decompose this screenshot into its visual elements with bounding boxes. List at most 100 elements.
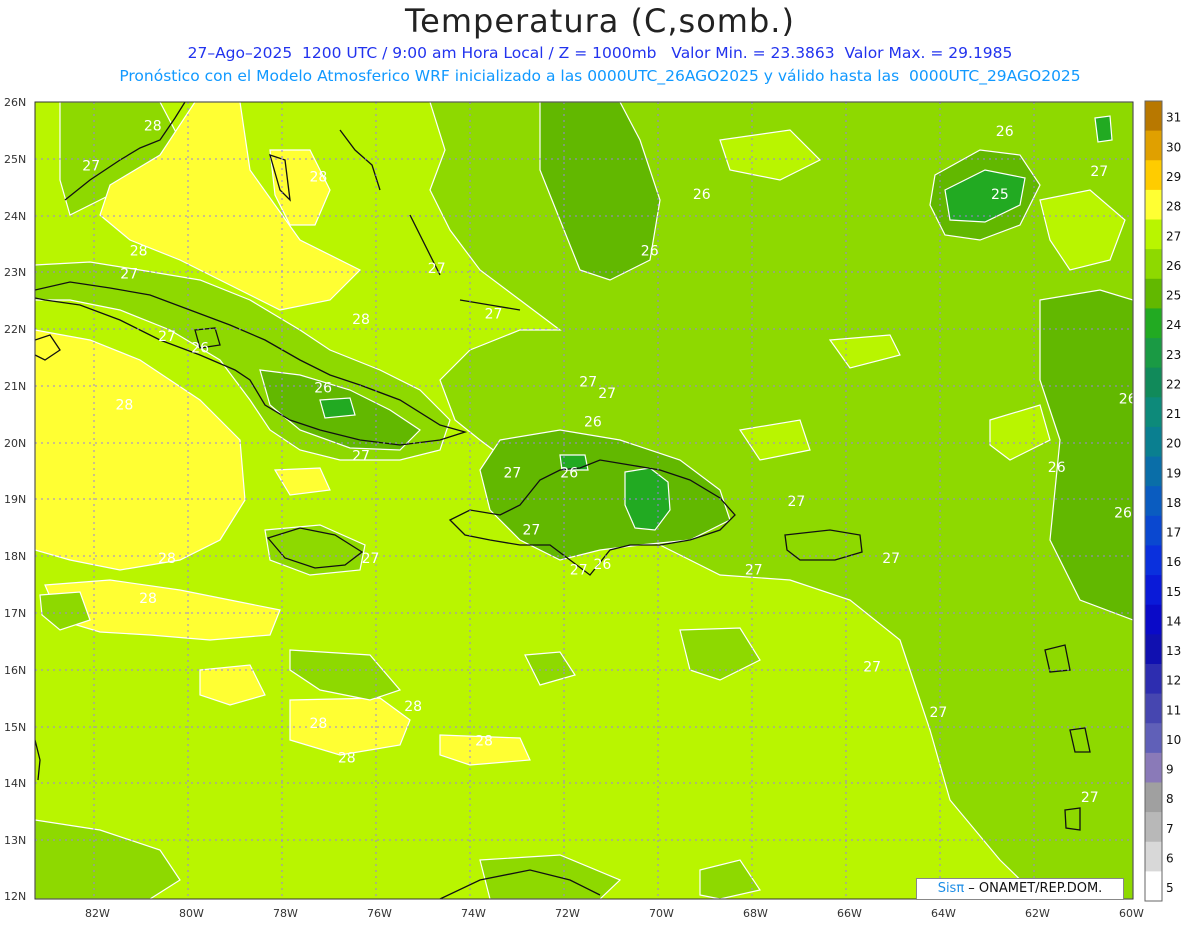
colorbar-label: 31 xyxy=(1166,111,1181,125)
colorbar-label: 29 xyxy=(1166,170,1181,184)
lon-label: 80W xyxy=(179,907,204,920)
lat-label: 16N xyxy=(4,664,26,677)
isotherm-label: 28 xyxy=(475,733,493,749)
lon-label: 70W xyxy=(649,907,674,920)
lon-label: 78W xyxy=(273,907,298,920)
lon-label: 82W xyxy=(85,907,110,920)
isotherm-label: 27 xyxy=(745,563,763,579)
isotherm-label: 27 xyxy=(120,267,138,283)
credit-box: Sisπ – ONAMET/REP.DOM. xyxy=(916,878,1124,900)
lat-label: 23N xyxy=(4,266,26,279)
latitude-axis: 26N 25N 24N 23N 22N 21N 20N 19N 18N 17N … xyxy=(4,96,26,903)
isotherm-label: 28 xyxy=(352,312,370,328)
colorbar-label: 24 xyxy=(1166,318,1181,332)
colorbar-label: 10 xyxy=(1166,733,1181,747)
isotherm-label: 27 xyxy=(788,494,806,510)
colorbar-swatch xyxy=(1145,752,1162,783)
lon-label: 66W xyxy=(837,907,862,920)
colorbar-label: 22 xyxy=(1166,377,1181,391)
colorbar-swatch xyxy=(1145,308,1162,339)
colorbar-label: 18 xyxy=(1166,496,1181,510)
colorbar-swatch xyxy=(1145,130,1162,161)
isotherm-label: 27 xyxy=(485,306,503,322)
lon-label: 68W xyxy=(743,907,768,920)
field-24-cell-cuba xyxy=(319,397,356,419)
colorbar-swatch xyxy=(1145,871,1162,902)
colorbar-label: 14 xyxy=(1166,614,1181,628)
colorbar-swatch xyxy=(1145,604,1162,635)
colorbar-swatch xyxy=(1145,249,1162,280)
field-24-cell-north xyxy=(1094,115,1113,143)
longitude-axis: 82W 80W 78W 76W 74W 72W 70W 68W 66W 64W … xyxy=(85,907,1144,920)
colorbar-swatch xyxy=(1145,278,1162,309)
lat-label: 17N xyxy=(4,607,26,620)
colorbar-label: 8 xyxy=(1166,792,1174,806)
lat-label: 22N xyxy=(4,323,26,336)
lon-label: 62W xyxy=(1025,907,1050,920)
colorbar-label: 16 xyxy=(1166,555,1181,569)
colorbar-label: 7 xyxy=(1166,822,1174,836)
isotherm-label: 26 xyxy=(191,341,209,357)
colorbar-swatch xyxy=(1145,782,1162,813)
colorbar-label: 15 xyxy=(1166,585,1181,599)
isotherm-label: 28 xyxy=(338,750,356,766)
isotherm-label: 27 xyxy=(82,158,100,174)
colorbar-swatch xyxy=(1145,367,1162,398)
lat-label: 19N xyxy=(4,493,26,506)
isotherm-label: 28 xyxy=(116,397,134,413)
isotherm-label: 26 xyxy=(560,466,578,482)
colorbar-swatch xyxy=(1145,575,1162,606)
temperature-map: 2827282827282726282627272727262727 262727… xyxy=(4,96,1181,920)
lat-label: 12N xyxy=(4,890,26,903)
isotherm-label: 27 xyxy=(598,386,616,402)
credit-text: – ONAMET/REP.DOM. xyxy=(964,881,1103,896)
isotherm-label: 27 xyxy=(523,523,541,539)
colorbar-label: 6 xyxy=(1166,852,1174,866)
isotherm-label: 27 xyxy=(352,449,370,465)
lat-label: 24N xyxy=(4,210,26,223)
colorbar-swatch xyxy=(1145,219,1162,250)
colorbar-label: 19 xyxy=(1166,466,1181,480)
isotherm-label: 26 xyxy=(314,380,332,396)
isotherm-label: 28 xyxy=(139,591,157,607)
colorbar-label: 21 xyxy=(1166,407,1181,421)
lat-label: 13N xyxy=(4,834,26,847)
isotherm-label: 27 xyxy=(1081,790,1099,806)
lat-label: 25N xyxy=(4,153,26,166)
colorbar-swatch xyxy=(1145,426,1162,457)
isotherm-label: 26 xyxy=(1114,506,1132,522)
lat-label: 20N xyxy=(4,437,26,450)
colorbar-swatch xyxy=(1145,456,1162,487)
colorbar-swatch xyxy=(1145,515,1162,546)
isotherm-label: 28 xyxy=(130,244,148,260)
colorbar-label: 25 xyxy=(1166,289,1181,303)
isotherm-label: 28 xyxy=(144,119,162,135)
colorbar-label: 17 xyxy=(1166,526,1181,540)
lat-label: 26N xyxy=(4,96,26,109)
isotherm-label: 27 xyxy=(1090,164,1108,180)
isotherm-label: 27 xyxy=(362,551,380,567)
colorbar-swatch xyxy=(1145,841,1162,872)
colorbar-label: 12 xyxy=(1166,674,1181,688)
isotherm-label: 27 xyxy=(930,705,948,721)
isotherm-label: 27 xyxy=(863,659,881,675)
isotherm-label: 28 xyxy=(310,716,328,732)
colorbar-swatch xyxy=(1145,634,1162,665)
isotherm-label: 26 xyxy=(594,557,612,573)
colorbar-label: 26 xyxy=(1166,259,1181,273)
isotherm-label: 26 xyxy=(693,187,711,203)
isotherm-label: 27 xyxy=(570,563,588,579)
colorbar-swatch xyxy=(1145,663,1162,694)
colorbar-label: 23 xyxy=(1166,348,1181,362)
lon-label: 60W xyxy=(1119,907,1144,920)
isotherm-label: 27 xyxy=(882,551,900,567)
sispi-logo-text: Sisπ xyxy=(937,881,965,896)
isotherm-label: 26 xyxy=(1048,460,1066,476)
colorbar-swatch xyxy=(1145,693,1162,724)
colorbar-swatch xyxy=(1145,101,1162,132)
colorbar-label: 5 xyxy=(1166,881,1174,895)
lon-label: 72W xyxy=(555,907,580,920)
isotherm-label: 27 xyxy=(579,375,597,391)
lat-label: 15N xyxy=(4,721,26,734)
isotherm-label: 26 xyxy=(996,124,1014,140)
